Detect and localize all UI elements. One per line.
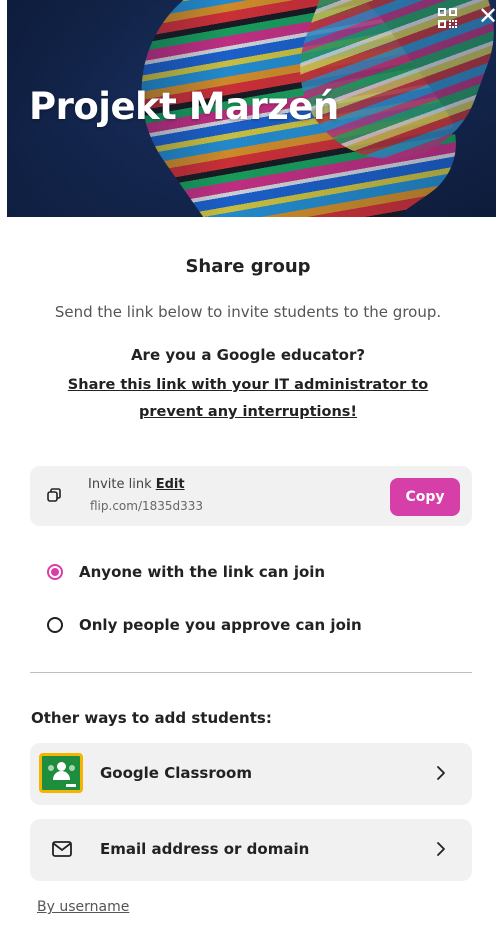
invite-link-card: Invite link Edit flip.com/1835d333 Copy xyxy=(30,466,472,526)
invite-link-label: Invite link Edit xyxy=(88,477,185,492)
chevron-right-icon xyxy=(437,766,445,780)
by-username-link[interactable]: By username xyxy=(37,899,129,915)
invite-url: flip.com/1835d333 xyxy=(90,499,204,513)
copy-button[interactable]: Copy xyxy=(390,478,460,516)
radio-unselected-icon[interactable] xyxy=(47,617,63,633)
envelope-icon xyxy=(52,841,72,857)
other-ways-heading: Other ways to add students: xyxy=(31,709,272,727)
google-classroom-option[interactable]: Google Classroom xyxy=(30,743,472,805)
it-admin-share-link[interactable]: Share this link with your IT administrat… xyxy=(40,372,456,426)
group-title: Projekt Marzeń xyxy=(29,85,339,128)
email-domain-option[interactable]: Email address or domain xyxy=(30,819,472,881)
section-divider xyxy=(30,672,472,673)
chevron-right-icon xyxy=(437,842,445,856)
dialog-subtitle: Send the link below to invite students t… xyxy=(54,303,442,321)
radio-anyone-with-link[interactable]: Anyone with the link can join xyxy=(47,560,325,584)
copy-icon[interactable] xyxy=(44,486,64,506)
group-banner: Projekt Marzeń ✕ xyxy=(7,0,496,217)
dialog-title: Share group xyxy=(185,256,311,277)
edit-link-button[interactable]: Edit xyxy=(156,477,185,492)
radio-selected-icon[interactable] xyxy=(47,564,63,580)
google-educator-question: Are you a Google educator? xyxy=(130,346,366,364)
qr-code-icon[interactable] xyxy=(438,8,458,28)
google-classroom-icon xyxy=(39,753,83,793)
close-icon[interactable]: ✕ xyxy=(475,3,496,29)
radio-approve-only[interactable]: Only people you approve can join xyxy=(47,613,362,637)
